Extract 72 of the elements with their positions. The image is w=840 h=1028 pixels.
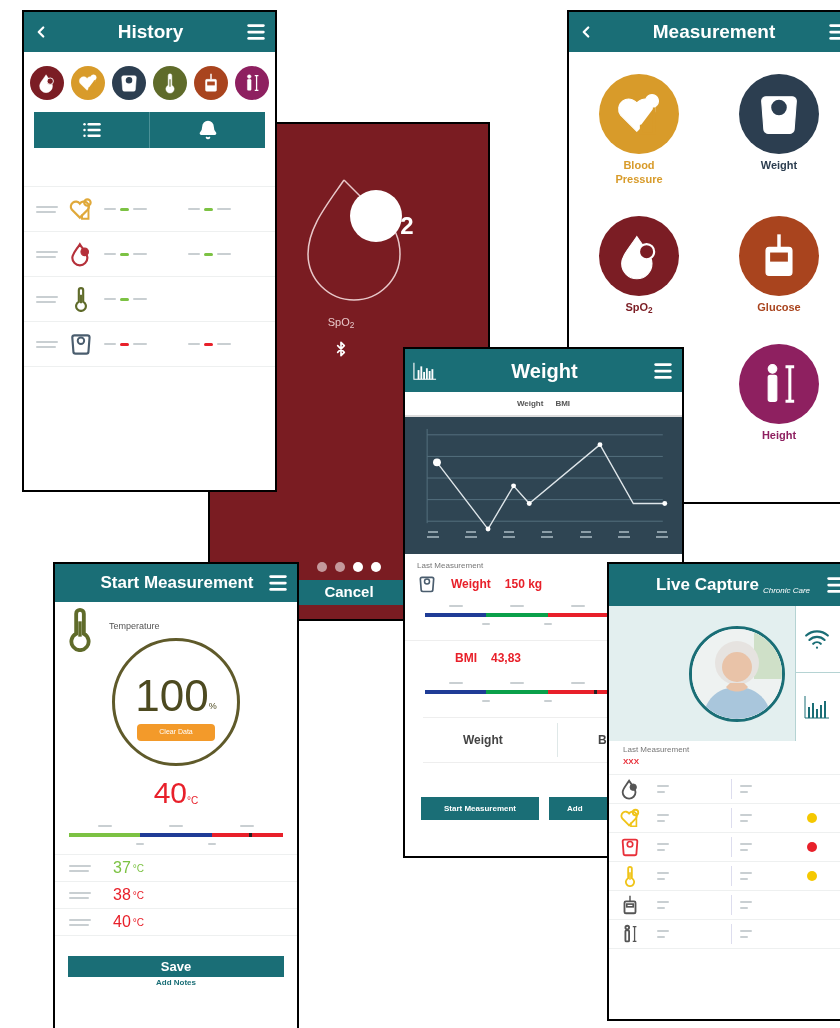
- action-button[interactable]: Add: [549, 797, 607, 820]
- bell-icon: [197, 120, 218, 140]
- measure-tile[interactable]: Glucose: [709, 216, 840, 314]
- menu-icon[interactable]: [245, 21, 267, 43]
- chart-tile[interactable]: [795, 673, 840, 741]
- blurred-text: [36, 300, 56, 303]
- temperature-unit: °C: [132, 889, 145, 903]
- chart-tab[interactable]: BMI: [555, 397, 571, 410]
- bar-chart-icon[interactable]: [413, 360, 437, 381]
- temperature-value: 40: [113, 914, 131, 930]
- category-button[interactable]: [153, 66, 187, 100]
- temperature-unit: °C: [187, 795, 199, 808]
- measure-tile[interactable]: Height: [709, 344, 840, 442]
- screen-title: Start Measurement: [100, 572, 254, 595]
- reading-value: 43,83: [491, 650, 522, 667]
- section-title: Last Measurement: [416, 560, 485, 572]
- temperature-value: 37: [113, 860, 131, 876]
- measure-label: Weight: [759, 158, 799, 172]
- category-button[interactable]: [235, 66, 269, 100]
- blurred-text: [69, 891, 91, 894]
- blurred-text: [69, 896, 89, 899]
- measure-label: Glucose: [756, 300, 802, 314]
- bar-chart-icon: [804, 695, 830, 719]
- list-icon: [81, 120, 102, 140]
- blurred-text: [36, 205, 58, 208]
- progress-unit: %: [208, 701, 217, 713]
- temperature-unit: °C: [132, 916, 145, 930]
- scale-icon: [118, 72, 140, 94]
- measure-label: SpO$_{2}$: [327, 315, 355, 331]
- measure-label: SpO$_{2}$: [624, 300, 654, 314]
- blurred-text: [36, 340, 58, 343]
- blurred-text: [69, 869, 89, 872]
- blurred-text: [69, 864, 91, 867]
- blurred-text: [69, 923, 89, 926]
- menu-icon[interactable]: [267, 572, 289, 594]
- measure-tile[interactable]: Weight: [709, 74, 840, 186]
- screen-title: Weight: [511, 358, 578, 384]
- temperature-unit: °C: [132, 862, 145, 876]
- save-button[interactable]: Save: [68, 956, 284, 977]
- temperature-value: 40: [153, 778, 188, 808]
- blurred-text: [36, 250, 58, 253]
- screen-title: History: [117, 19, 184, 44]
- screen-title: Measurement: [652, 19, 776, 44]
- brand-logo: Chronic Care: [762, 584, 811, 597]
- blurred-text: [36, 345, 56, 348]
- blurred-text: [69, 918, 91, 921]
- measure-label: Blood Pressure: [614, 158, 664, 186]
- last-value: XXX: [622, 756, 640, 768]
- sensor-name: Temperature: [109, 620, 160, 633]
- category-button[interactable]: [112, 66, 146, 100]
- add-notes-link[interactable]: Add Notes: [156, 978, 196, 987]
- measure-label: Height: [760, 428, 798, 442]
- reading-value: 150 kg: [504, 576, 543, 593]
- screen-title: Live Capture: [655, 574, 759, 597]
- subscript-number: 2: [400, 211, 414, 241]
- blurred-text: [36, 210, 56, 213]
- progress-value: 100: [135, 673, 209, 718]
- heart-icon: [77, 72, 99, 94]
- summary-tab[interactable]: Weight: [423, 723, 557, 757]
- blurred-text: [36, 255, 56, 258]
- section-title: Last Measurement: [622, 744, 691, 756]
- reading-label: Weight: [451, 576, 491, 593]
- blurred-text: [36, 295, 58, 298]
- temperature-value: 38: [113, 887, 131, 903]
- category-button[interactable]: [30, 66, 64, 100]
- sensor-tile[interactable]: [795, 606, 840, 673]
- scale-icon: [417, 574, 437, 594]
- reading-label: BMI: [455, 650, 477, 667]
- measure-tile[interactable]: SpO$_{2}$: [569, 216, 709, 314]
- category-button[interactable]: [194, 66, 228, 100]
- chart-tab[interactable]: Weight: [516, 397, 544, 410]
- action-button[interactable]: Start Measurement: [421, 797, 539, 820]
